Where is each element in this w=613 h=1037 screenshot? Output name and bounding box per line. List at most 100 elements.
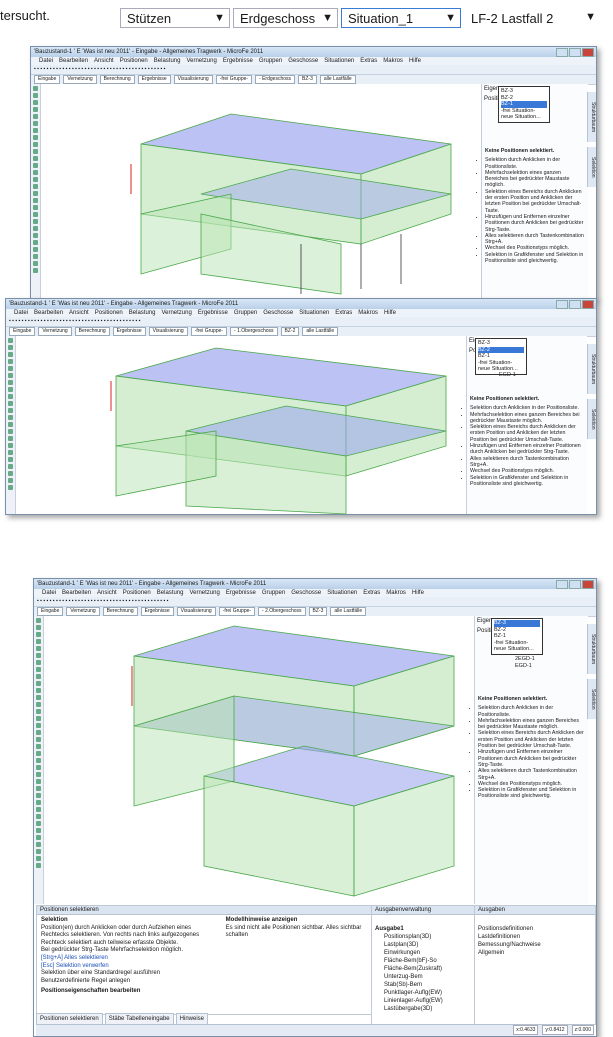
menu-positionen[interactable]: Positionen	[95, 310, 123, 316]
tool-icon[interactable]	[8, 352, 13, 357]
situation-select[interactable]: BZ-3	[298, 75, 317, 84]
menu-situationen[interactable]: Situationen	[327, 590, 357, 596]
position-list-item[interactable]: 2EGD-1	[515, 656, 535, 662]
tool-icon[interactable]	[36, 828, 41, 833]
tool-icon[interactable]	[36, 681, 41, 686]
tool-icon[interactable]	[8, 450, 13, 455]
group-select[interactable]: -frei Gruppe-	[215, 75, 253, 84]
tool-icon[interactable]	[36, 737, 41, 742]
tool-icon[interactable]	[33, 261, 38, 266]
menu-gruppen[interactable]: Gruppen	[262, 590, 285, 596]
menu-bearbeiten[interactable]: Bearbeiten	[59, 58, 88, 64]
tool-icon[interactable]	[8, 422, 13, 427]
tool-icon[interactable]	[33, 93, 38, 98]
vernetzung-button[interactable]: Vernetzung	[63, 75, 97, 84]
tool-icon[interactable]	[36, 646, 41, 651]
menu-geschosse[interactable]: Geschosse	[288, 58, 318, 64]
side-tab-selektion[interactable]: Selektion	[587, 399, 596, 439]
menu-ansicht[interactable]: Ansicht	[69, 310, 89, 316]
menu-datei[interactable]: Datei	[14, 310, 28, 316]
maximize-button[interactable]	[569, 48, 581, 57]
menu-datei[interactable]: Datei	[42, 590, 56, 596]
tool-icon[interactable]	[8, 415, 13, 420]
menu-positionen[interactable]: Positionen	[123, 590, 151, 596]
tool-icon[interactable]	[8, 485, 13, 490]
tool-icon[interactable]	[36, 744, 41, 749]
tool-icon[interactable]	[36, 835, 41, 840]
side-tab-selektion[interactable]: Selektion	[587, 147, 596, 187]
menu-extras[interactable]: Extras	[360, 58, 377, 64]
tool-icon[interactable]	[33, 128, 38, 133]
berechnung-button[interactable]: Berechnung	[99, 75, 135, 84]
tree-item[interactable]: Bemessung/Nachweise	[475, 941, 595, 949]
ergebnisse-button[interactable]: Ergebnisse	[137, 75, 171, 84]
minimize-button[interactable]	[556, 300, 568, 309]
tool-icon[interactable]	[36, 702, 41, 707]
tree-item[interactable]: Positionsplan(3D)	[372, 933, 475, 941]
tool-icon[interactable]	[33, 156, 38, 161]
maximize-button[interactable]	[569, 300, 581, 309]
vernetzung-button[interactable]: Vernetzung	[38, 327, 72, 336]
menu-positionen[interactable]: Positionen	[120, 58, 148, 64]
tool-icon[interactable]	[36, 800, 41, 805]
custom-rule-link[interactable]: Benutzerdefinierte Regel anlegen	[41, 978, 218, 986]
menu-makros[interactable]: Makros	[383, 58, 403, 64]
tool-icon[interactable]	[36, 639, 41, 644]
tool-icon[interactable]	[8, 366, 13, 371]
tool-icon[interactable]	[36, 765, 41, 770]
tool-icon[interactable]	[33, 100, 38, 105]
minimize-button[interactable]	[556, 580, 568, 589]
berechnung-button[interactable]: Berechnung	[102, 607, 138, 616]
tool-icon[interactable]	[33, 163, 38, 168]
tool-icon[interactable]	[36, 772, 41, 777]
menu-makros[interactable]: Makros	[358, 310, 378, 316]
discard-selection-link[interactable]: [Esc] Selektion verwerfen	[41, 963, 218, 971]
tool-icon[interactable]	[33, 233, 38, 238]
tool-icon[interactable]	[8, 464, 13, 469]
menu-geschosse[interactable]: Geschosse	[291, 590, 321, 596]
menu-datei[interactable]: Datei	[39, 58, 53, 64]
loadcase-select[interactable]: alle Lastfälle	[302, 327, 339, 336]
tool-icon[interactable]	[8, 338, 13, 343]
tool-icon[interactable]	[36, 863, 41, 868]
list-item[interactable]: neue Situation...	[501, 114, 547, 121]
tool-icon[interactable]	[8, 457, 13, 462]
storey-select[interactable]: Erdgeschoss ▼	[233, 8, 338, 28]
loadcase-select[interactable]: alle Lastfälle	[330, 607, 367, 616]
vernetzung-button[interactable]: Vernetzung	[66, 607, 100, 616]
tool-icon[interactable]	[36, 653, 41, 658]
tool-icon[interactable]	[8, 429, 13, 434]
close-button[interactable]	[582, 580, 594, 589]
tool-icon[interactable]	[36, 807, 41, 812]
tool-icon[interactable]	[8, 436, 13, 441]
eingabe-button[interactable]: Eingabe	[34, 75, 61, 84]
tree-item[interactable]: Einwirkungen	[372, 949, 475, 957]
tool-icon[interactable]	[8, 359, 13, 364]
side-tab-selektion[interactable]: Selektion	[587, 679, 596, 719]
position-list-item[interactable]: EGD-1	[515, 663, 532, 669]
close-button[interactable]	[582, 300, 594, 309]
situation-dropdown-list[interactable]: BZ-3 BZ-2 BZ-1 -frei Situation- neue Sit…	[475, 338, 527, 375]
tool-icon[interactable]	[33, 240, 38, 245]
tool-icon[interactable]	[36, 730, 41, 735]
tree-item[interactable]: Allgemein	[475, 949, 595, 957]
tool-icon[interactable]	[33, 191, 38, 196]
modell-heading[interactable]: Modellhinweise anzeigen	[226, 917, 298, 923]
menu-extras[interactable]: Extras	[363, 590, 380, 596]
tool-icon[interactable]	[8, 380, 13, 385]
menu-ansicht[interactable]: Ansicht	[94, 58, 114, 64]
menu-gruppen[interactable]: Gruppen	[259, 58, 282, 64]
menu-situationen[interactable]: Situationen	[299, 310, 329, 316]
tool-icon[interactable]	[36, 842, 41, 847]
list-item[interactable]: neue Situation...	[494, 646, 540, 653]
menu-gruppen[interactable]: Gruppen	[234, 310, 257, 316]
tool-icon[interactable]	[36, 751, 41, 756]
tool-icon[interactable]	[36, 793, 41, 798]
situation-select[interactable]: BZ-3	[308, 607, 328, 616]
tool-icon[interactable]	[33, 219, 38, 224]
tree-item[interactable]: Lastübergabe(3D)	[372, 1005, 475, 1013]
menu-bearbeiten[interactable]: Bearbeiten	[34, 310, 63, 316]
tree-root[interactable]: Ausgabe1	[372, 925, 475, 933]
tool-icon[interactable]	[36, 821, 41, 826]
tree-item[interactable]: Fläche-Bem(Zuskraft)	[372, 965, 475, 973]
